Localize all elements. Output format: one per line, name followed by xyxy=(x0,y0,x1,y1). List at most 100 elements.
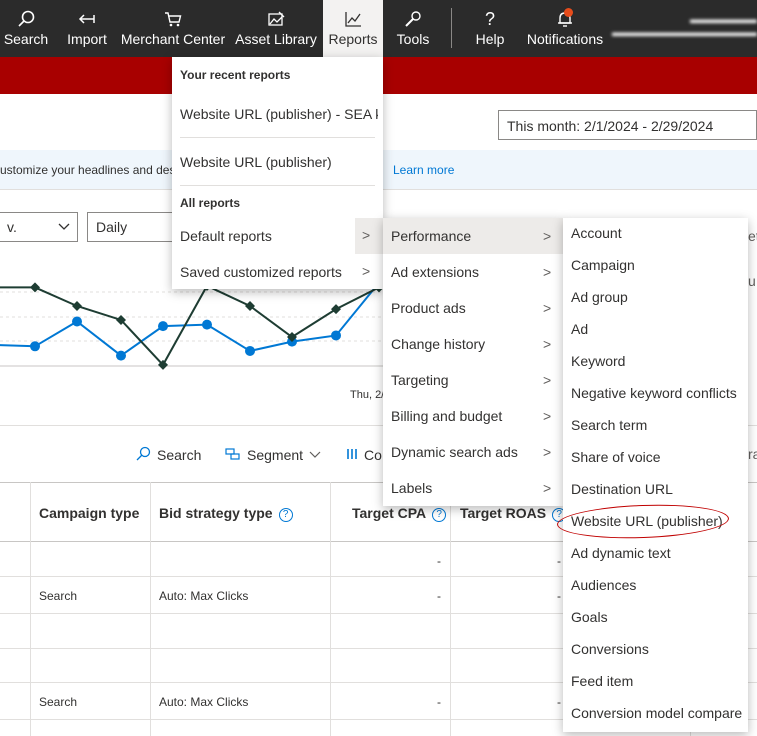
menu-item-label: Dynamic search ads xyxy=(391,444,518,460)
menu-item-search-term[interactable]: Search term xyxy=(571,417,647,433)
date-range-picker[interactable]: This month: 2/1/2024 - 2/29/2024 xyxy=(498,110,757,140)
nav-asset-library[interactable]: Asset Library xyxy=(234,0,318,57)
segment-icon xyxy=(225,446,241,465)
menu-item-audiences[interactable]: Audiences xyxy=(571,577,636,593)
menu-item-label: Performance xyxy=(391,228,472,244)
help-icon[interactable]: ? xyxy=(278,508,293,522)
menu-item-ad-dynamic-text[interactable]: Ad dynamic text xyxy=(571,545,671,561)
cell-target-roas: - xyxy=(557,589,561,603)
menu-item-goals[interactable]: Goals xyxy=(571,609,608,625)
menu-item-label: Ad extensions xyxy=(391,264,479,280)
account-info-blurred[interactable]: ▬▬▬▬▬▬▬ ▬▬▬▬▬▬▬▬▬▬▬▬▬▬▬▬ xyxy=(612,14,757,44)
menu-item-default-reports[interactable]: Default reports xyxy=(180,228,378,244)
series-1-point[interactable] xyxy=(158,321,168,332)
series-2-point[interactable] xyxy=(72,301,82,311)
menu-item-label: Billing and budget xyxy=(391,408,503,424)
top-nav-bar: Search Import Merchant Center Asset Libr… xyxy=(0,0,757,57)
menu-item-campaign[interactable]: Campaign xyxy=(571,257,635,273)
menu-item-label: Change history xyxy=(391,336,486,352)
nav-import-label: Import xyxy=(67,31,107,47)
series-1-point[interactable] xyxy=(202,319,212,330)
nav-help-label: Help xyxy=(475,31,505,47)
columns-button[interactable]: Co xyxy=(346,444,382,466)
chevron-right-icon: > xyxy=(543,300,552,316)
cell-campaign-type: Search xyxy=(39,589,78,603)
series-1-point[interactable] xyxy=(331,330,341,341)
chevron-right-icon: > xyxy=(362,263,371,279)
grid-search-button[interactable]: Search xyxy=(135,444,201,466)
menu-item-conversions[interactable]: Conversions xyxy=(571,641,649,657)
recent-report-item[interactable]: Website URL (publisher) - SEA k xyxy=(180,106,378,122)
chevron-right-icon: > xyxy=(543,264,552,280)
cell-target-cpa: - xyxy=(437,554,441,568)
series-1-point[interactable] xyxy=(245,345,255,356)
menu-item-ad-extensions[interactable]: Ad extensions > xyxy=(383,254,563,290)
shopping-cart-icon xyxy=(118,8,228,30)
cell-campaign-type: Search xyxy=(39,695,78,709)
nav-help[interactable]: ? Help xyxy=(470,0,510,57)
nav-reports[interactable]: Reports xyxy=(323,0,383,57)
nav-reports-label: Reports xyxy=(328,31,378,47)
menu-item-feed-item[interactable]: Feed item xyxy=(571,673,633,689)
menu-item-saved-customized-reports[interactable]: Saved customized reports xyxy=(180,264,378,280)
grid-search-label: Search xyxy=(157,447,202,463)
recent-report-item[interactable]: Website URL (publisher) xyxy=(180,154,378,170)
menu-item-labels[interactable]: Labels > xyxy=(383,470,563,506)
segment-button[interactable]: Segment xyxy=(225,444,321,466)
nav-merchant-center[interactable]: Merchant Center xyxy=(118,0,228,57)
menu-item-destination-url[interactable]: Destination URL xyxy=(571,481,673,497)
menu-divider xyxy=(180,185,375,186)
notification-dot xyxy=(564,8,573,17)
col-campaign-type[interactable]: Campaign type xyxy=(39,483,139,543)
menu-item-keyword[interactable]: Keyword xyxy=(571,353,625,369)
chevron-right-icon: > xyxy=(543,444,552,460)
chevron-right-icon: > xyxy=(543,480,552,496)
wrench-icon xyxy=(390,8,436,30)
menu-item-ad-group[interactable]: Ad group xyxy=(571,289,628,305)
col-bid-strategy-type[interactable]: Bid strategy type? xyxy=(159,483,293,543)
nav-merchant-center-label: Merchant Center xyxy=(120,31,226,47)
cell-target-cpa: - xyxy=(437,589,441,603)
nav-tools[interactable]: Tools xyxy=(390,0,436,57)
nav-search[interactable]: Search xyxy=(0,0,52,57)
metric-select-value: v. xyxy=(7,219,17,235)
series-1-point[interactable] xyxy=(72,316,82,327)
recent-reports-header: Your recent reports xyxy=(180,68,291,82)
menu-item-dynamic-search-ads[interactable]: Dynamic search ads > xyxy=(383,434,563,470)
nav-notifications[interactable]: Notifications xyxy=(522,0,608,57)
metric-select[interactable]: v. xyxy=(0,212,78,242)
menu-item-account[interactable]: Account xyxy=(571,225,622,241)
chevron-right-icon: > xyxy=(543,372,552,388)
chevron-right-icon: > xyxy=(543,408,552,424)
series-2-point[interactable] xyxy=(30,282,40,293)
menu-item-negative-keyword-conflicts[interactable]: Negative keyword conflicts xyxy=(571,385,737,401)
chevron-down-icon xyxy=(309,447,321,463)
nav-divider xyxy=(451,8,452,48)
menu-divider xyxy=(180,137,375,138)
menu-item-billing-and-budget[interactable]: Billing and budget > xyxy=(383,398,563,434)
edge-text: et xyxy=(748,228,757,244)
series-1-point[interactable] xyxy=(116,350,126,361)
menu-item-targeting[interactable]: Targeting > xyxy=(383,362,563,398)
search-icon xyxy=(135,446,151,465)
menu-item-product-ads[interactable]: Product ads > xyxy=(383,290,563,326)
menu-item-conversion-model-compare[interactable]: Conversion model compare xyxy=(571,705,742,721)
nav-import[interactable]: Import xyxy=(60,0,114,57)
import-arrow-icon xyxy=(60,8,114,30)
nav-asset-library-label: Asset Library xyxy=(235,31,317,47)
menu-item-share-of-voice[interactable]: Share of voice xyxy=(571,449,661,465)
series-2-point[interactable] xyxy=(331,304,341,315)
learn-more-link[interactable]: Learn more xyxy=(393,163,454,177)
menu-item-change-history[interactable]: Change history > xyxy=(383,326,563,362)
cell-bid-strategy: Auto: Max Clicks xyxy=(159,695,249,709)
help-icon[interactable]: ? xyxy=(432,508,447,522)
performance-reports-menu: Account Campaign Ad group Ad Keyword Neg… xyxy=(563,218,748,732)
menu-item-label: Targeting xyxy=(391,372,449,388)
cell-bid-strategy: Auto: Max Clicks xyxy=(159,589,249,603)
menu-item-ad[interactable]: Ad xyxy=(571,321,588,337)
cell-target-cpa: - xyxy=(437,695,441,709)
menu-item-performance[interactable]: Performance > xyxy=(383,218,563,254)
series-1-point[interactable] xyxy=(30,341,40,352)
cell-target-roas: - xyxy=(557,695,561,709)
chevron-right-icon: > xyxy=(362,227,371,243)
